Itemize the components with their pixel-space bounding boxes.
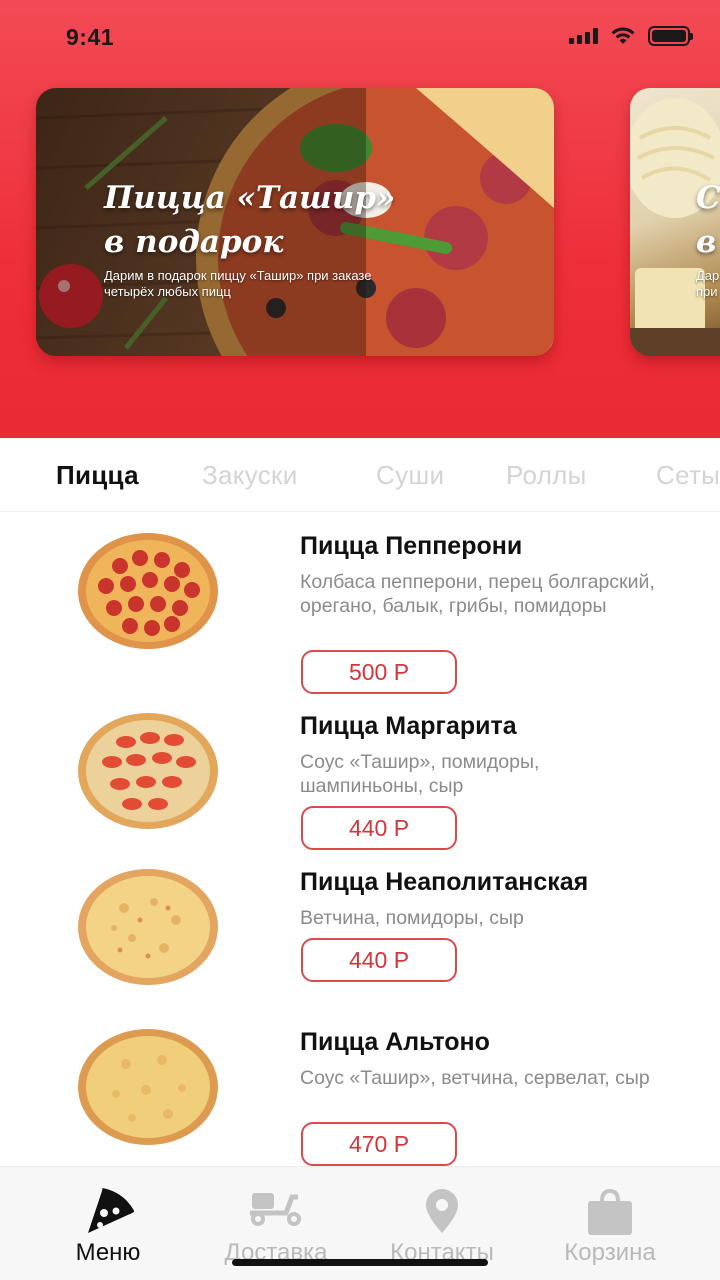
price-button[interactable]: 440 Р xyxy=(301,938,457,982)
tab-bar-cart[interactable]: Корзина xyxy=(520,1177,700,1269)
tab-bar-delivery[interactable]: Доставка xyxy=(186,1177,366,1269)
tab-sets[interactable]: Сеты xyxy=(656,460,720,491)
tab-snacks[interactable]: Закуски xyxy=(202,460,298,491)
item-description: Соус «Ташир», помидоры, шампиньоны, сыр xyxy=(300,751,540,797)
shopping-bag-icon xyxy=(588,1188,632,1235)
status-bar: 9:41 xyxy=(0,0,720,70)
price-button[interactable]: 440 Р xyxy=(301,806,457,850)
promo-banner-tashir[interactable]: Пицца «Ташир» в подарок Дарим в подарок … xyxy=(36,88,554,356)
tab-bar-menu[interactable]: Меню xyxy=(18,1177,198,1269)
item-title: Пицца Пепперони xyxy=(300,532,523,560)
header: 9:41 Пицца «Ташир» в подарок Дарим в под… xyxy=(0,0,720,438)
banner-text: Дарим в подарок пиццу «Ташир» при заказе… xyxy=(104,268,372,299)
item-title: Пицца Альтоно xyxy=(300,1028,490,1056)
bottom-tab-bar: Меню Доставка Контакты Корзина xyxy=(0,1166,720,1280)
pizza-slice-icon xyxy=(88,1188,134,1233)
cellular-signal-icon xyxy=(569,28,598,44)
item-title: Пицца Неаполитанская xyxy=(300,868,589,896)
home-indicator xyxy=(232,1259,488,1266)
banner2-text: Дар при xyxy=(696,268,720,299)
wifi-icon xyxy=(611,27,635,44)
pizza-altono-image xyxy=(78,1029,218,1145)
item-description: Ветчина, помидоры, сыр xyxy=(300,907,524,929)
item-description: Колбаса пепперони, перец болгарский, оре… xyxy=(300,571,655,617)
battery-icon xyxy=(648,26,693,46)
menu-list: Пицца Пепперони Колбаса пепперони, перец… xyxy=(0,512,720,1166)
category-tabs: Пицца Закуски Суши Роллы Сеты xyxy=(0,438,720,512)
pizza-margarita-image xyxy=(78,713,218,829)
pizza-pepperoni-image xyxy=(78,533,218,649)
item-description: Соус «Ташир», ветчина, сервелат, сыр xyxy=(300,1067,650,1089)
tab-bar-label: Корзина xyxy=(564,1239,656,1266)
pizza-neapolitan-image xyxy=(78,869,218,985)
banner-title: Пицца «Ташир» в подарок xyxy=(104,180,396,260)
tab-pizza[interactable]: Пицца xyxy=(56,460,139,491)
tab-rolls[interactable]: Роллы xyxy=(506,460,587,491)
status-time: 9:41 xyxy=(66,24,115,50)
price-button[interactable]: 470 Р xyxy=(301,1122,457,1166)
tab-bar-label: Меню xyxy=(75,1239,141,1266)
item-title: Пицца Маргарита xyxy=(300,712,517,740)
location-pin-icon xyxy=(426,1189,458,1233)
promo-banner-second[interactable]: С в Дар при xyxy=(630,88,720,356)
tab-bar-contacts[interactable]: Контакты xyxy=(352,1177,532,1269)
tab-sushi[interactable]: Суши xyxy=(376,460,444,491)
scooter-icon xyxy=(250,1193,301,1226)
status-icons xyxy=(569,26,693,46)
price-button[interactable]: 500 Р xyxy=(301,650,457,694)
banner2-title: С в xyxy=(696,180,720,260)
